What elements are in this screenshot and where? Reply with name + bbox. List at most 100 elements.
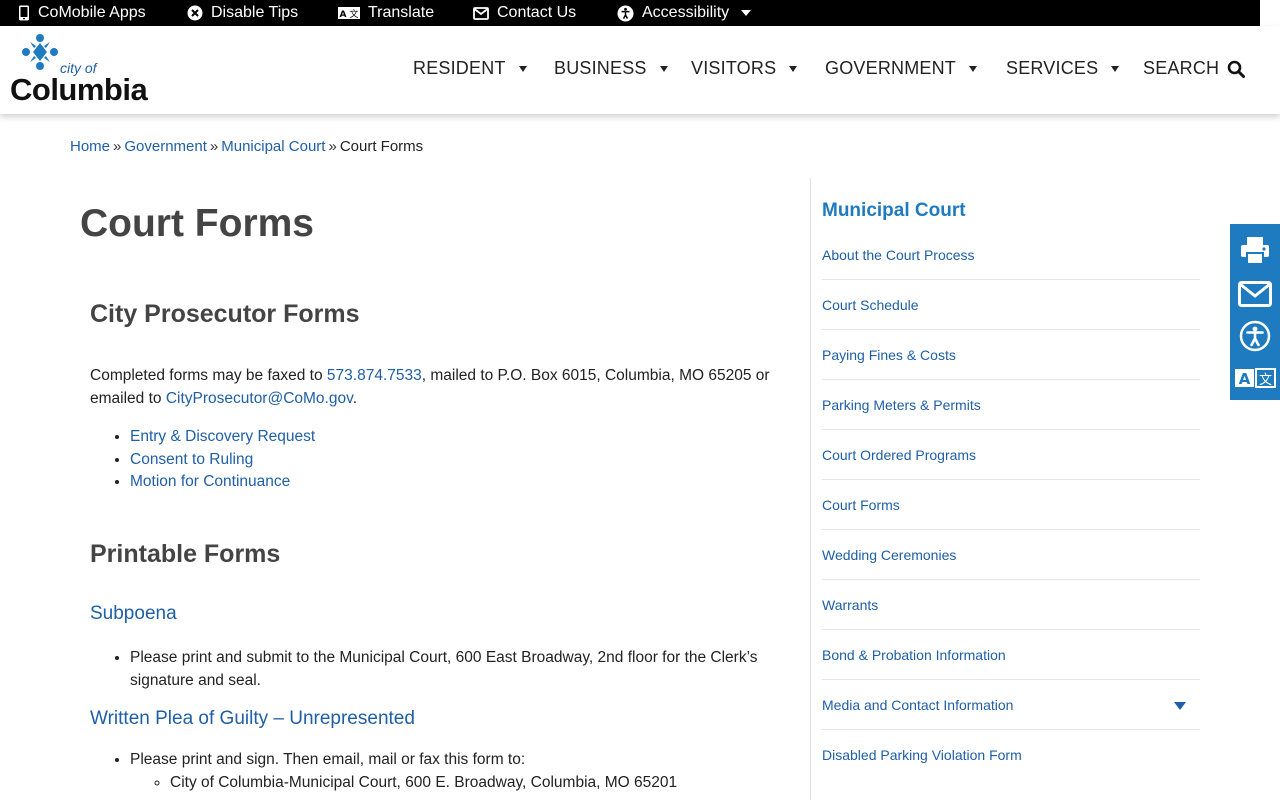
subpoena-instructions: Please print and submit to the Municipal… [130,646,780,692]
prosecutor-email-link[interactable]: CityProsecutor@CoMo.gov [166,390,353,407]
plea-instruction-text: Please print and sign. Then email, mail … [130,751,526,768]
breadcrumb-home[interactable]: Home [70,138,110,155]
sidebar-item-label: Media and Contact Information [822,696,1014,713]
print-icon [1239,234,1271,266]
chevron-down-icon [1111,65,1120,72]
close-circle-icon [187,5,203,21]
logo-name: Columbia [10,72,148,107]
fax-number-link[interactable]: 573.874.7533 [327,367,422,384]
print-button[interactable] [1230,228,1280,272]
sidebar-item-label: Warrants [822,596,879,613]
breadcrumb: Home» Government» Municipal Court» Court Fo… [70,138,423,155]
chevron-down-icon [518,65,527,72]
search-icon [1227,60,1246,78]
translate-page-button[interactable]: A文 [1230,356,1280,400]
sidebar-item-court-schedule[interactable]: Court Schedule [822,280,1200,330]
sidebar-item-parking-meters[interactable]: Parking Meters & Permits [822,380,1200,430]
sidebar-item-paying-fines[interactable]: Paying Fines & Costs [822,330,1200,380]
motion-for-continuance-link[interactable]: Motion for Continuance [130,473,290,490]
phone-icon [18,5,30,21]
breadcrumb-government[interactable]: Government [124,138,207,155]
nav-business-label: BUSINESS [554,58,647,78]
accessibility-tools-button[interactable] [1230,314,1280,358]
breadcrumb-municipal-court[interactable]: Municipal Court [221,138,325,155]
sidebar-item-warrants[interactable]: Warrants [822,580,1200,630]
breadcrumb-separator: » [328,138,337,155]
contact-us-link[interactable]: Contact Us [473,0,576,26]
sidebar-item-label: About the Court Process [822,246,975,263]
accessibility-icon [1239,320,1271,352]
breadcrumb-separator: » [113,138,122,155]
sidebar-item-media-contact[interactable]: Media and Contact Information [822,680,1200,730]
list-item: Please print and sign. Then email, mail … [130,748,780,794]
chevron-down-icon [969,65,978,72]
expand-triangle-icon[interactable] [1174,702,1186,710]
nav-services-label: SERVICES [1006,58,1099,78]
city-logo[interactable]: city of Columbia [10,32,160,107]
email-page-button[interactable] [1230,272,1280,316]
chevron-down-icon [741,10,752,16]
consent-to-ruling-link[interactable]: Consent to Ruling [130,451,253,468]
translate-icon: A文 [338,7,360,19]
list-item: City of Columbia-Municipal Court, 600 E.… [170,771,780,794]
sidebar-item-wedding-ceremonies[interactable]: Wedding Ceremonies [822,530,1200,580]
sidebar-item-court-ordered-programs[interactable]: Court Ordered Programs [822,430,1200,480]
accessibility-menu[interactable]: Accessibility [617,0,752,26]
nav-resident-label: RESIDENT [413,58,506,78]
translate-label: Translate [368,4,435,21]
sidebar-title[interactable]: Municipal Court [822,200,966,222]
nav-visitors[interactable]: VISITORS [691,58,798,79]
breadcrumb-separator: » [209,138,219,155]
list-item: Consent to Ruling [130,449,315,472]
nav-government-label: GOVERNMENT [825,58,957,78]
nav-search[interactable]: SEARCH [1143,58,1246,79]
email-icon [1238,281,1272,307]
logo-mark-icon [22,34,58,70]
sidebar-item-label: Court Schedule [822,296,919,313]
sidebar-item-label: Bond & Probation Information [822,646,1006,663]
envelope-icon [473,6,489,20]
sidebar-item-label: Parking Meters & Permits [822,396,981,413]
sidebar-item-about-court-process[interactable]: About the Court Process [822,230,1200,280]
disable-tips-link[interactable]: Disable Tips [187,0,298,26]
svg-text:A: A [340,10,347,19]
utility-bar: CoMobile Apps Disable Tips A文 Translate … [0,0,1260,26]
breadcrumb-current: Court Forms [339,138,424,155]
contact-us-label: Contact Us [497,4,577,21]
page-title: Court Forms [80,202,314,245]
translate-link[interactable]: A文 Translate [338,0,434,26]
accessibility-label: Accessibility [642,4,730,21]
sidebar-divider [810,178,811,800]
sidebar-item-bond-probation[interactable]: Bond & Probation Information [822,630,1200,680]
chevron-down-icon [789,65,798,72]
nav-business[interactable]: BUSINESS [554,58,668,79]
plea-instructions: Please print and sign. Then email, mail … [130,748,780,794]
sidebar-item-label: Paying Fines & Costs [822,346,956,363]
nav-resident[interactable]: RESIDENT [413,58,527,79]
svg-text:文: 文 [349,8,358,19]
instructions-text: . [352,390,358,407]
list-item: Motion for Continuance [130,471,315,494]
accessibility-icon [617,5,634,22]
comobile-apps-link[interactable]: CoMobile Apps [18,0,146,26]
comobile-apps-label: CoMobile Apps [38,4,146,21]
nav-visitors-label: VISITORS [691,58,777,78]
nav-services[interactable]: SERVICES [1006,58,1120,79]
disable-tips-label: Disable Tips [211,4,299,21]
sidebar-item-disabled-parking-violation[interactable]: Disabled Parking Violation Form [822,730,1200,780]
instructions-text: Completed forms may be faxed to [90,367,327,384]
svg-text:A: A [1239,370,1251,388]
list-item: Please print and submit to the Municipal… [130,646,780,692]
site-header: city of Columbia RESIDENT BUSINESS VISIT… [0,26,1280,114]
written-plea-link[interactable]: Written Plea of Guilty – Unrepresented [90,708,415,730]
sidebar-item-label: Court Ordered Programs [822,446,977,463]
nav-government[interactable]: GOVERNMENT [825,58,978,79]
chevron-down-icon [659,65,668,72]
sidebar-item-court-forms[interactable]: Court Forms [822,480,1200,530]
subpoena-link[interactable]: Subpoena [90,603,177,625]
svg-text:文: 文 [1259,373,1272,388]
entry-discovery-request-link[interactable]: Entry & Discovery Request [130,428,315,445]
prosecutor-forms-heading: City Prosecutor Forms [90,300,360,328]
sidebar-item-label: Court Forms [822,496,900,513]
translate-icon: A文 [1234,367,1276,389]
